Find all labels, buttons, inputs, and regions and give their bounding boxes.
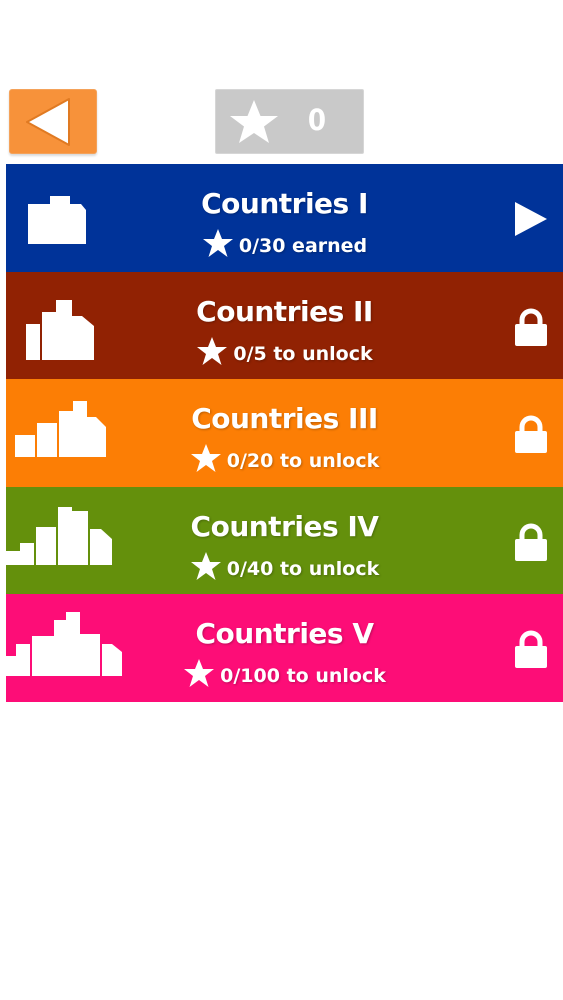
back-arrow-icon [26, 98, 70, 146]
star-total-display: 0 [215, 89, 364, 154]
level-row-countries-4[interactable]: Countries IV 0/40 to unlock [6, 486, 563, 594]
back-button[interactable] [9, 89, 97, 154]
level-row-countries-2[interactable]: Countries II 0/5 to unlock [6, 271, 563, 379]
play-icon[interactable] [513, 200, 549, 238]
star-icon [190, 551, 221, 580]
level-row-countries-1[interactable]: Countries I 0/30 earned [6, 164, 563, 272]
level-subtitle: 0/20 to unlock [96, 443, 473, 473]
star-icon [202, 229, 233, 257]
level-row-countries-5[interactable]: Countries V 0/100 to unlock [6, 594, 563, 702]
level-subtitle: 0/100 to unlock [96, 658, 473, 688]
level-title: Countries I [201, 187, 368, 220]
star-icon [230, 100, 278, 143]
star-icon [184, 659, 215, 687]
level-title: Countries II [196, 294, 373, 328]
level-subtitle: 0/30 earned [96, 228, 473, 258]
lock-icon [515, 415, 547, 453]
level-title: Countries V [195, 617, 374, 650]
level-list: Countries I 0/30 earned Countries II 0/5… [6, 164, 563, 702]
level-title: Countries IV [190, 509, 379, 543]
level-row-countries-3[interactable]: Countries III 0/20 to unlock [6, 379, 563, 487]
lock-icon [515, 308, 547, 346]
level-subtitle: 0/5 to unlock [96, 336, 473, 366]
star-icon [197, 336, 228, 365]
lock-icon [515, 630, 547, 668]
star-count: 0 [307, 103, 327, 137]
star-icon [190, 444, 221, 472]
lock-icon [515, 523, 547, 561]
level-subtitle: 0/40 to unlock [96, 551, 473, 581]
level-title: Countries III [191, 402, 378, 435]
